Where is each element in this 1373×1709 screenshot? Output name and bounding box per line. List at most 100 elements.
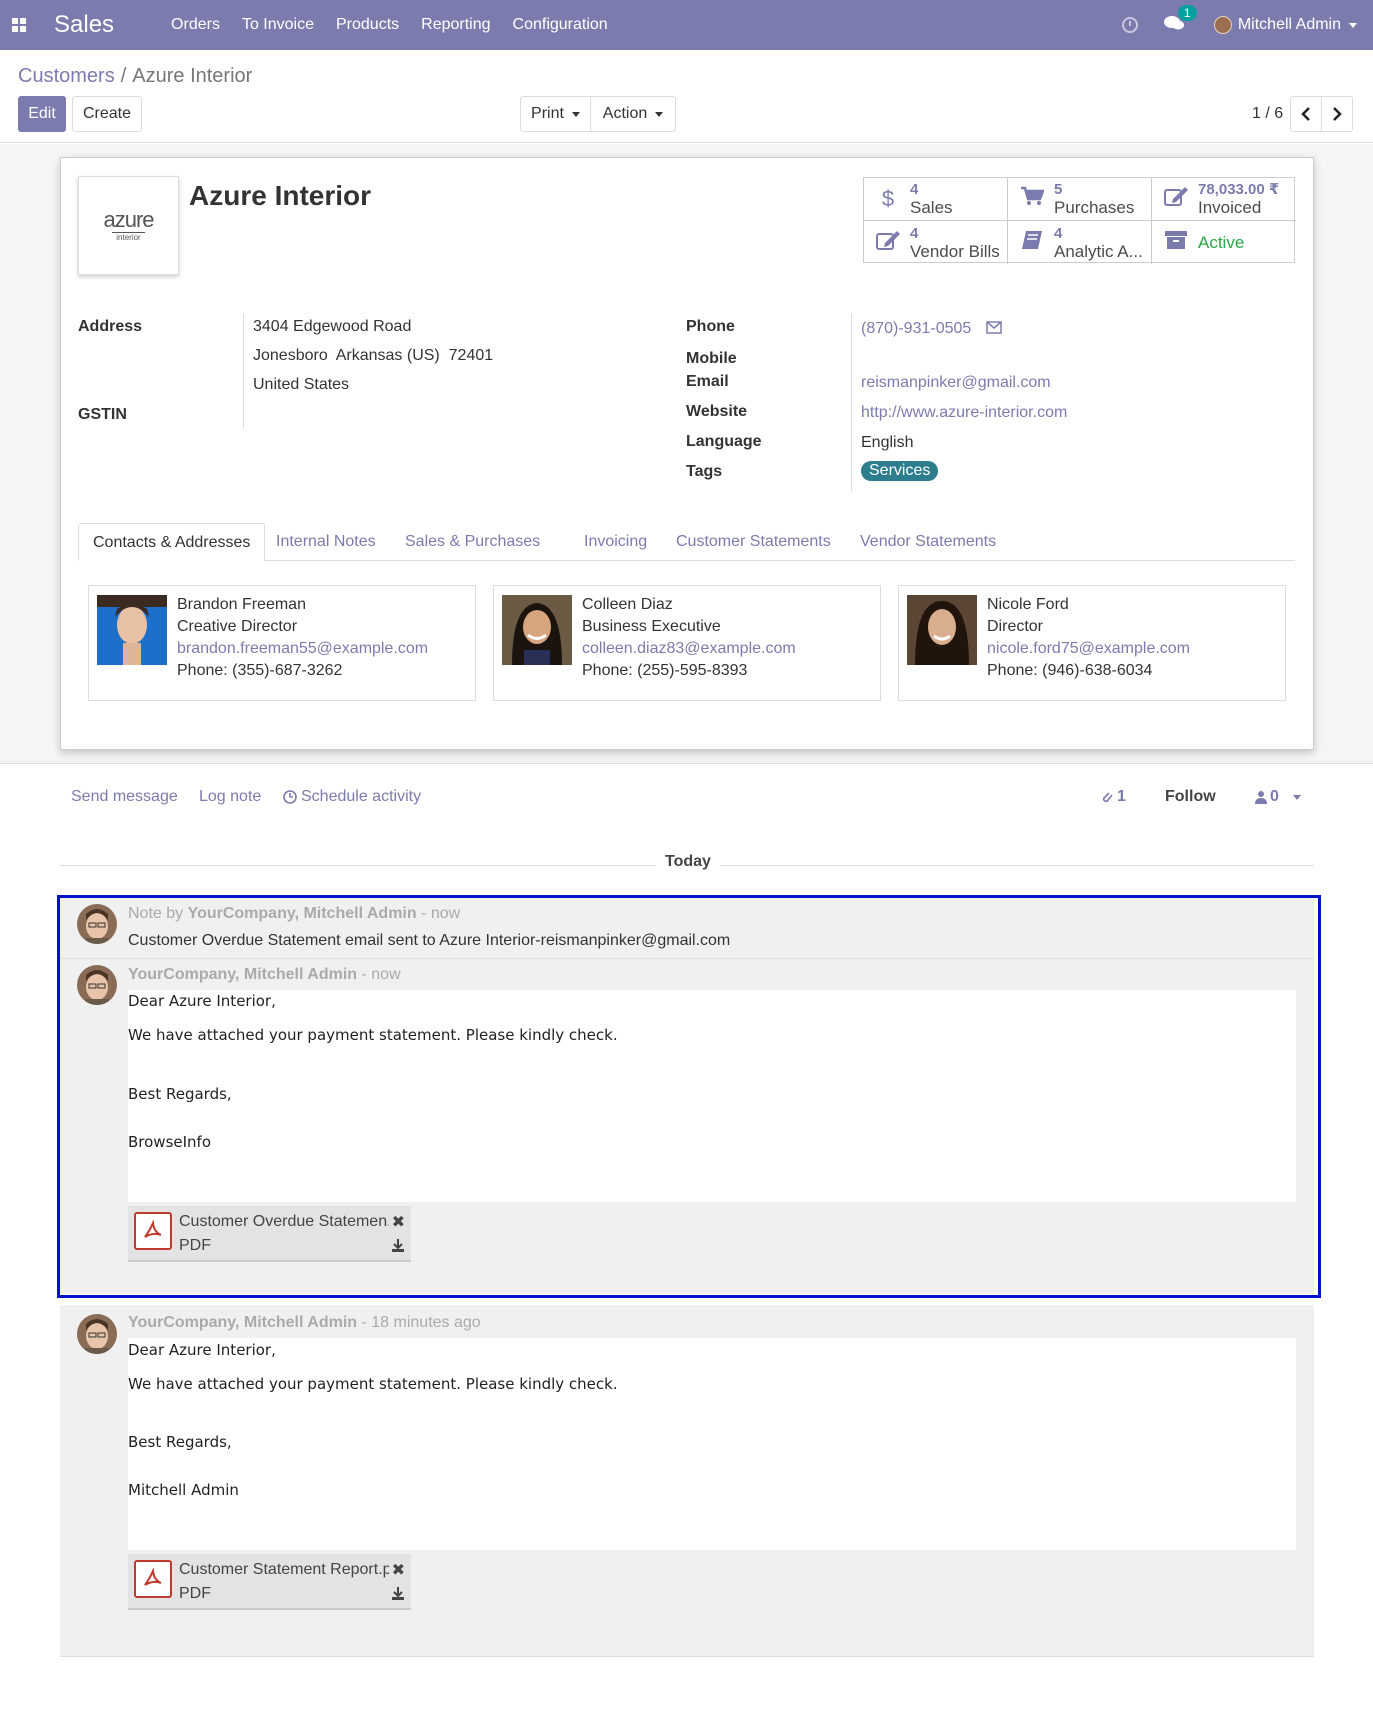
menu-orders[interactable]: Orders [160, 16, 231, 34]
attachments-counter[interactable]: 1 [1100, 788, 1126, 806]
download-icon[interactable] [391, 1586, 405, 1603]
pager-next-button[interactable] [1321, 96, 1353, 132]
tags-label: Tags [686, 463, 723, 480]
sales-smart-button[interactable]: $ 4 Sales [864, 178, 1008, 221]
contact-card[interactable]: Nicole Ford Director nicole.ford75@examp… [898, 585, 1286, 701]
cart-icon [1018, 186, 1046, 212]
chevron-left-icon [1301, 107, 1310, 121]
book-icon [1018, 229, 1046, 257]
contact-email[interactable]: nicole.ford75@example.com [987, 640, 1190, 658]
attachment-name: Customer Statement Report.pdf [179, 1561, 389, 1578]
gstin-label: GSTIN [78, 406, 127, 423]
tag-services[interactable]: Services [861, 461, 939, 481]
breadcrumb-customers[interactable]: Customers [18, 65, 115, 87]
attachment-type: PDF [179, 1585, 211, 1602]
followers-dropdown[interactable]: 0 [1255, 788, 1301, 806]
messaging-icon[interactable]: 1 [1163, 4, 1197, 36]
address-street: 3404 Edgewood Road [253, 318, 412, 335]
menu-configuration[interactable]: Configuration [502, 16, 619, 34]
contact-phone: Phone: (255)-595-8393 [582, 662, 748, 679]
tab-contacts-addresses[interactable]: Contacts & Addresses [78, 523, 266, 561]
chevron-right-icon [1333, 107, 1342, 121]
form-sheet: azure interior Azure Interior $ 4 Sales 5… [60, 157, 1314, 750]
body-line: We have attached your payment statement.… [128, 1375, 618, 1393]
company-logo[interactable]: azure interior [78, 176, 179, 275]
highlight-frame [57, 895, 1321, 1298]
clock-icon [283, 790, 297, 804]
user-avatar [1213, 16, 1232, 34]
invoiced-smart-button[interactable]: 78,033.00 ₹ Invoiced [1152, 178, 1296, 221]
tab-invoicing[interactable]: Invoicing [570, 523, 661, 561]
contact-email[interactable]: brandon.freeman55@example.com [177, 640, 428, 658]
record-title: Azure Interior [189, 180, 372, 211]
activity-clock-icon[interactable] [1121, 17, 1138, 33]
tab-vendor-statements[interactable]: Vendor Statements [846, 523, 1010, 561]
schedule-activity-button[interactable]: Schedule activity [283, 788, 421, 806]
purchases-smart-button[interactable]: 5 Purchases [1008, 178, 1152, 221]
author-avatar[interactable] [77, 1314, 117, 1354]
active-toggle-button[interactable]: Active [1152, 221, 1296, 264]
address-city: Jonesboro Arkansas (US) 72401 [253, 347, 494, 364]
envelope-icon[interactable] [986, 321, 1002, 339]
message-body [128, 1338, 1296, 1550]
smart-buttons: $ 4 Sales 5 Purchases 78,033.00 ₹ Invoiced … [863, 177, 1296, 264]
send-message-button[interactable]: Send message [71, 788, 178, 806]
app-brand[interactable]: Sales [54, 11, 114, 39]
edit-icon [874, 229, 902, 257]
contact-name: Nicole Ford [987, 596, 1069, 613]
user-menu[interactable]: Mitchell Admin [1213, 16, 1357, 34]
thread-end-divider [60, 1656, 1314, 1657]
breadcrumb: Customers / Azure Interior [18, 65, 253, 87]
pager-value[interactable]: 1 / 6 [1252, 105, 1283, 123]
language-value: English [861, 434, 914, 451]
remove-attachment-icon[interactable]: ✖ [392, 1560, 405, 1580]
notebook-tabs: Contacts & Addresses Internal Notes Sale… [78, 523, 1295, 561]
chevron-down-icon [1292, 794, 1301, 800]
tab-internal-notes[interactable]: Internal Notes [262, 523, 390, 561]
archive-icon [1162, 229, 1190, 257]
analytic-accounts-smart-button[interactable]: 4 Analytic A... [1008, 221, 1152, 264]
dollar-icon: $ [881, 186, 895, 211]
pager-previous-button[interactable] [1290, 96, 1322, 132]
contact-phone: Phone: (355)-687-3262 [177, 662, 343, 679]
pdf-icon [134, 1560, 172, 1598]
action-dropdown[interactable]: Action [590, 96, 676, 132]
divider [851, 314, 852, 492]
menu-products[interactable]: Products [325, 16, 410, 34]
contact-phone: Phone: (946)-638-6034 [987, 662, 1153, 679]
log-note-button[interactable]: Log note [199, 788, 261, 806]
address-label: Address [78, 318, 143, 335]
tab-sales-purchases[interactable]: Sales & Purchases [391, 523, 554, 561]
chevron-down-icon [571, 111, 580, 117]
attachment-card[interactable]: Customer Statement Report.pdf PDF ✖ [128, 1554, 411, 1610]
contact-email[interactable]: colleen.diaz83@example.com [582, 640, 796, 658]
menu-reporting[interactable]: Reporting [410, 16, 501, 34]
top-navbar: Sales Orders To Invoice Products Reporti… [0, 0, 1373, 50]
contact-name: Colleen Diaz [582, 596, 673, 613]
tab-customer-statements[interactable]: Customer Statements [662, 523, 845, 561]
email-link[interactable]: reismanpinker@gmail.com [861, 374, 1051, 392]
contact-title: Director [987, 618, 1044, 635]
print-dropdown[interactable]: Print [520, 96, 591, 132]
user-name: Mitchell Admin [1237, 16, 1341, 33]
edit-button[interactable]: Edit [18, 96, 66, 132]
contact-card[interactable]: Brandon Freeman Creative Director brando… [88, 585, 476, 701]
contact-photo [502, 595, 572, 665]
website-label: Website [686, 403, 748, 420]
website-link[interactable]: http://www.azure-interior.com [861, 404, 1067, 422]
address-country: United States [253, 376, 350, 393]
follow-button[interactable]: Follow [1165, 788, 1216, 806]
body-line: Mitchell Admin [128, 1481, 239, 1499]
menu-to-invoice[interactable]: To Invoice [231, 16, 325, 34]
message-author[interactable]: YourCompany, Mitchell Admin [128, 1314, 357, 1331]
phone-link[interactable]: (870)-931-0505 [861, 320, 971, 338]
body-line: Dear Azure Interior, [128, 1341, 276, 1359]
contact-card[interactable]: Colleen Diaz Business Executive colleen.… [493, 585, 881, 701]
create-button[interactable]: Create [72, 96, 142, 132]
contact-name: Brandon Freeman [177, 596, 306, 613]
mobile-label: Mobile [686, 350, 737, 367]
contact-title: Creative Director [177, 618, 298, 635]
apps-menu-icon[interactable] [0, 0, 38, 50]
body-line: Best Regards, [128, 1433, 232, 1451]
vendor-bills-smart-button[interactable]: 4 Vendor Bills [864, 221, 1008, 264]
